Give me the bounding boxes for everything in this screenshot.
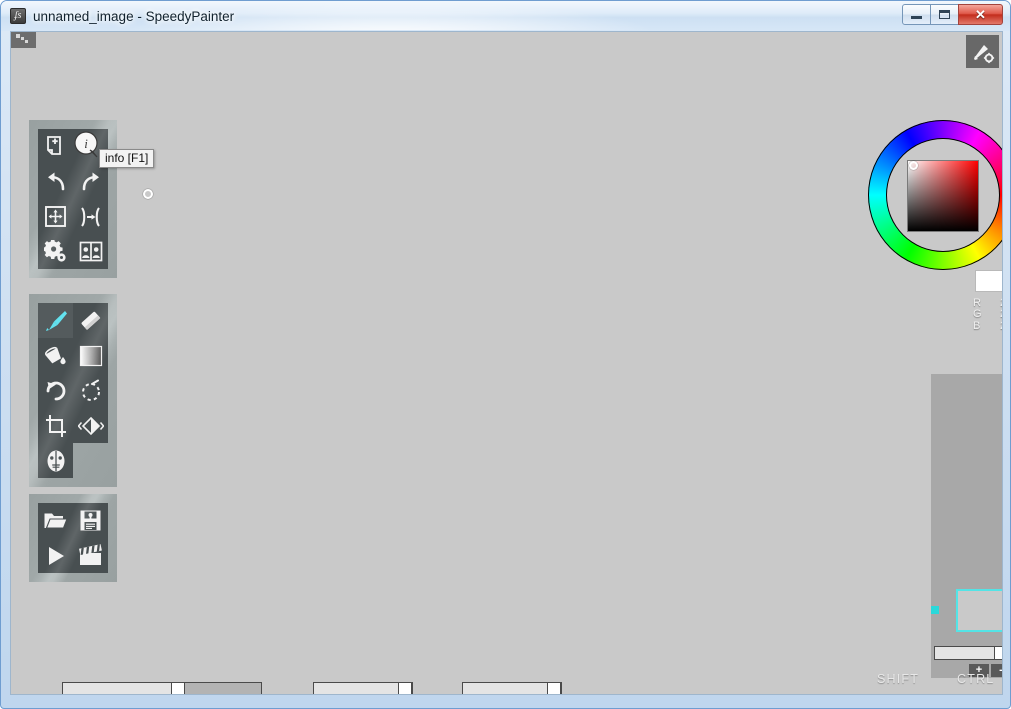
tools-panel-spacer xyxy=(73,443,108,478)
sv-marker[interactable] xyxy=(909,161,918,170)
layers-panel[interactable]: + - xyxy=(931,374,1002,678)
eraser-icon xyxy=(81,311,100,330)
play-timelapse-button[interactable] xyxy=(38,538,73,573)
g-label: G xyxy=(973,308,982,321)
eraser-tool[interactable] xyxy=(73,303,108,338)
floppy-save-icon xyxy=(80,510,101,531)
gradient-icon xyxy=(79,345,102,366)
mirror-tool[interactable] xyxy=(73,408,108,443)
lasso-selection-icon xyxy=(81,379,100,401)
layer-thumbnail[interactable] xyxy=(956,589,1002,632)
info-bubble-icon: i xyxy=(73,131,101,159)
brush-tool[interactable] xyxy=(38,303,73,338)
layers-list[interactable] xyxy=(931,374,1002,640)
application-window: ʄs unnamed_image - SpeedyPainter ✕ i inf… xyxy=(0,0,1011,709)
rgb-row-g: G 255 xyxy=(973,308,1002,321)
paint-bucket-icon xyxy=(44,346,66,364)
fit-to-screen-button[interactable] xyxy=(38,199,73,234)
gear-icon xyxy=(43,239,66,262)
brush-flow-fill xyxy=(463,683,547,694)
g-value: 255 xyxy=(1000,308,1002,320)
layer-active-indicator xyxy=(931,606,939,614)
undo-arrow-icon xyxy=(47,172,64,190)
brush-gear-icon xyxy=(973,44,994,63)
gradient-tool[interactable] xyxy=(73,338,108,373)
new-document-icon xyxy=(46,135,61,155)
resize-width-icon xyxy=(81,206,100,227)
selection-tool[interactable] xyxy=(73,373,108,408)
dual-portrait-icon xyxy=(79,241,102,262)
b-label: B xyxy=(973,319,981,332)
maximize-icon xyxy=(939,10,950,19)
speedypainter-logo-icon: ʄs xyxy=(10,8,26,24)
current-color-swatch[interactable] xyxy=(975,270,1002,292)
brush-settings-button[interactable] xyxy=(966,35,999,68)
resize-handle-icon[interactable] xyxy=(11,32,36,48)
brush-opacity-fill xyxy=(314,683,398,694)
new-image-button[interactable] xyxy=(38,129,73,164)
paintbrush-icon xyxy=(45,310,67,331)
window-title: unnamed_image - SpeedyPainter xyxy=(33,9,235,24)
brush-flow-knob[interactable] xyxy=(547,683,561,694)
brush-size-knob[interactable] xyxy=(171,683,185,694)
crop-icon xyxy=(45,414,66,437)
clapperboard-icon xyxy=(79,544,102,565)
redo-button[interactable] xyxy=(73,164,108,199)
b-value: 255 xyxy=(1000,320,1002,332)
file-io-panel xyxy=(29,494,117,582)
undo-button[interactable] xyxy=(38,164,73,199)
brush-opacity-knob[interactable] xyxy=(398,683,412,694)
layer-opacity-slider[interactable] xyxy=(934,646,1002,660)
shift-modifier-hint: SHIFT xyxy=(877,672,920,686)
fill-tool[interactable] xyxy=(38,338,73,373)
symmetry-mirror-icon xyxy=(77,416,104,435)
close-button[interactable]: ✕ xyxy=(958,4,1003,25)
rotate-canvas-tool[interactable] xyxy=(38,373,73,408)
reference-view-button[interactable] xyxy=(73,234,108,269)
canvas-area[interactable]: i info [F1] R G B + - SHIFT CTRL xyxy=(10,31,1003,695)
play-triangle-icon xyxy=(48,546,64,565)
preferences-button[interactable] xyxy=(38,234,73,269)
maximize-button[interactable] xyxy=(930,4,959,25)
minimize-icon xyxy=(911,15,922,19)
brush-opacity-slider[interactable] xyxy=(313,682,413,694)
open-file-button[interactable] xyxy=(38,503,73,538)
rotate-icon xyxy=(46,381,65,400)
fit-screen-icon xyxy=(45,206,66,227)
crop-tool[interactable] xyxy=(38,408,73,443)
layer-opacity-knob[interactable] xyxy=(994,647,1002,659)
svg-text:i: i xyxy=(84,136,88,151)
redo-arrow-icon xyxy=(82,172,99,190)
tools-panel xyxy=(29,294,117,487)
mask-face-icon xyxy=(47,450,64,471)
resize-canvas-button[interactable] xyxy=(73,199,108,234)
minimize-button[interactable] xyxy=(902,4,931,25)
rgb-readout: R 255 G 255 B 255 xyxy=(973,297,1002,332)
color-wheel[interactable] xyxy=(868,120,1002,270)
hue-marker[interactable] xyxy=(143,189,153,199)
ctrl-modifier-hint: CTRL xyxy=(957,672,995,686)
brush-flow-slider[interactable] xyxy=(462,682,562,694)
mask-tool[interactable] xyxy=(38,443,73,478)
saturation-value-square[interactable] xyxy=(907,160,979,232)
rgb-row-b: B 255 xyxy=(973,319,1002,332)
tooltip: info [F1] xyxy=(99,149,155,168)
brush-size-slider[interactable] xyxy=(62,682,262,694)
brush-size-fill xyxy=(63,683,171,694)
title-bar[interactable]: ʄs unnamed_image - SpeedyPainter ✕ xyxy=(1,1,1010,31)
folder-open-icon xyxy=(44,513,68,529)
export-video-button[interactable] xyxy=(73,538,108,573)
save-file-button[interactable] xyxy=(73,503,108,538)
close-icon: ✕ xyxy=(975,7,986,22)
